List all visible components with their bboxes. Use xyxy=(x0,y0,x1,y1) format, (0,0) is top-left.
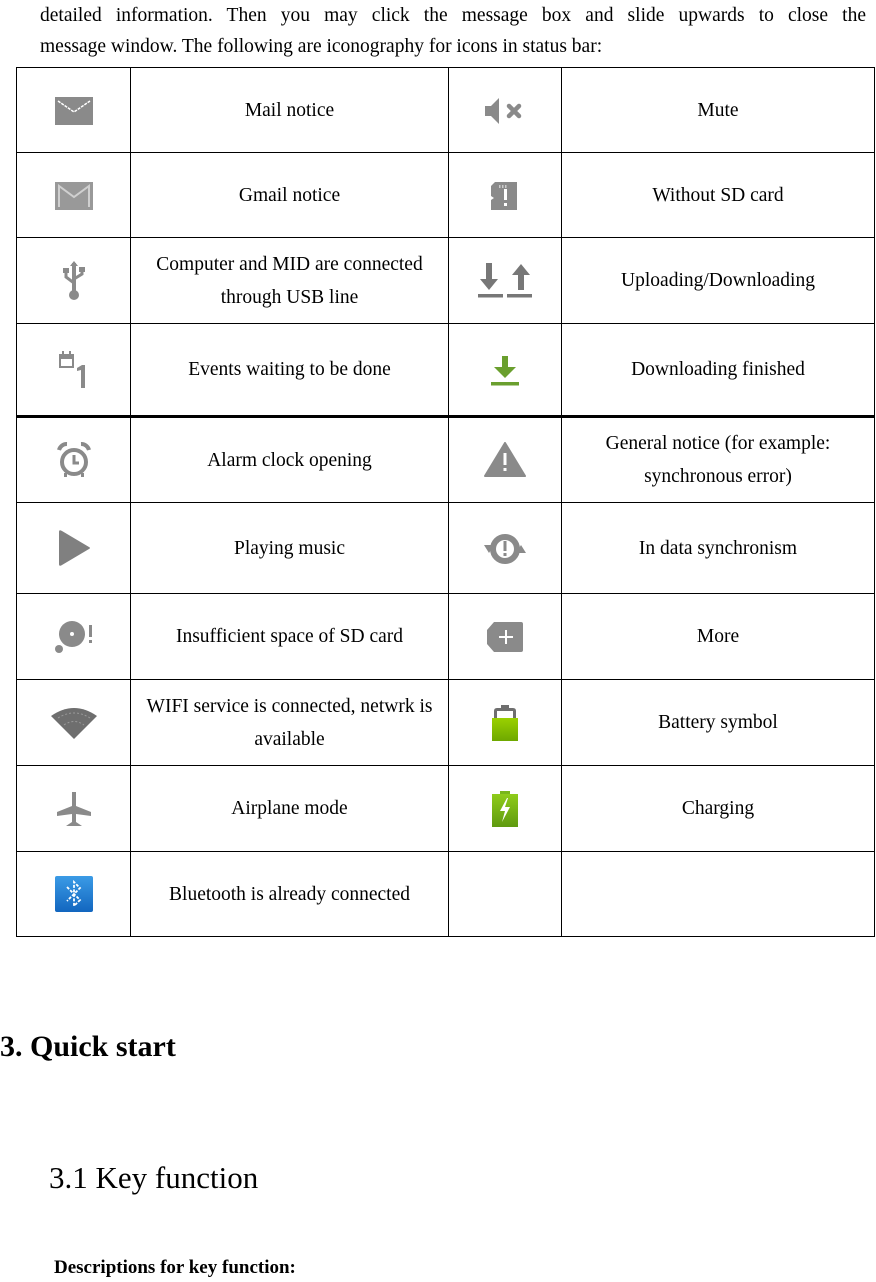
table-row: Events waiting to be done Downloading fi… xyxy=(16,323,875,417)
description-cell: Uploading/Downloading xyxy=(561,237,875,324)
charging-icon xyxy=(492,790,518,827)
table-row: Bluetooth is already connected xyxy=(16,851,875,937)
icon-cell xyxy=(16,415,131,503)
no-sd-card-icon xyxy=(489,180,521,212)
description-cell: Downloading finished xyxy=(561,323,875,417)
icon-cell xyxy=(448,502,562,594)
icon-cell xyxy=(16,67,131,153)
description-cell: Airplane mode xyxy=(130,765,449,852)
more-icon xyxy=(486,621,524,653)
table-row: Insufficient space of SD card More xyxy=(16,593,875,680)
description-cell: Mute xyxy=(561,67,875,153)
sync-icon xyxy=(484,533,526,565)
icon-cell xyxy=(448,415,562,503)
description-cell: Alarm clock opening xyxy=(130,415,449,503)
intro-paragraph: detailed information. Then you may click… xyxy=(40,0,866,62)
mail-icon xyxy=(54,97,93,126)
icon-cell xyxy=(16,323,131,417)
bluetooth-icon xyxy=(54,876,93,912)
description-cell: Bluetooth is already connected xyxy=(130,851,449,937)
calendar-event-icon xyxy=(58,350,89,389)
description-cell: Events waiting to be done xyxy=(130,323,449,417)
icon-cell xyxy=(448,67,562,153)
description-cell: Without SD card xyxy=(561,152,875,238)
description-cell: Battery symbol xyxy=(561,679,875,766)
icon-cell xyxy=(448,679,562,766)
description-cell: More xyxy=(561,593,875,680)
table-row: Playing music In data synchronism xyxy=(16,502,875,594)
wifi-icon xyxy=(50,706,98,740)
icon-cell xyxy=(16,765,131,852)
intro-line-1: detailed information. Then you may click… xyxy=(40,5,866,26)
table-row: Alarm clock opening General notice (for … xyxy=(16,415,875,503)
description-cell: General notice (for example: synchronous… xyxy=(561,415,875,503)
table-row: Computer and MID are connected through U… xyxy=(16,237,875,324)
airplane-icon xyxy=(56,790,92,828)
icon-cell xyxy=(16,502,131,594)
description-cell: In data synchronism xyxy=(561,502,875,594)
icon-cell xyxy=(16,152,131,238)
icon-cell xyxy=(448,237,562,324)
icon-cell xyxy=(448,323,562,417)
battery-icon xyxy=(492,704,518,741)
icon-cell xyxy=(448,152,562,238)
table-row: Airplane mode Charging xyxy=(16,765,875,852)
icon-cell xyxy=(448,765,562,852)
sd-card-full-icon xyxy=(53,620,95,654)
icon-cell xyxy=(16,593,131,680)
alarm-clock-icon xyxy=(56,442,91,478)
icon-cell xyxy=(16,237,131,324)
descriptions-label: Descriptions for key function: xyxy=(54,1257,296,1278)
description-cell: Mail notice xyxy=(130,67,449,153)
description-cell: Computer and MID are connected through U… xyxy=(130,237,449,324)
description-cell: Insufficient space of SD card xyxy=(130,593,449,680)
description-cell xyxy=(561,851,875,937)
description-cell: Playing music xyxy=(130,502,449,594)
description-cell: Charging xyxy=(561,765,875,852)
description-cell: Gmail notice xyxy=(130,152,449,238)
section-heading: 3. Quick start xyxy=(0,1030,176,1063)
description-cell: WIFI service is connected, netwrk is ava… xyxy=(130,679,449,766)
intro-line-2: message window. The following are iconog… xyxy=(40,36,603,57)
table-row: WIFI service is connected, netwrk is ava… xyxy=(16,679,875,766)
gmail-icon xyxy=(54,182,93,211)
icon-cell xyxy=(448,851,562,937)
table-row: Gmail notice Without SD card xyxy=(16,152,875,238)
subsection-heading: 3.1 Key function xyxy=(49,1160,259,1195)
status-bar-icon-table: Mail notice Mute Gmail notice Without SD… xyxy=(16,67,875,937)
table-row: Mail notice Mute xyxy=(16,67,875,153)
download-done-icon xyxy=(491,355,519,386)
icon-cell xyxy=(16,679,131,766)
usb-icon xyxy=(62,260,85,301)
icon-cell xyxy=(448,593,562,680)
mute-icon xyxy=(483,96,527,126)
play-icon xyxy=(57,529,91,567)
upload-download-icon xyxy=(478,262,532,299)
warning-icon xyxy=(484,442,526,478)
icon-cell xyxy=(16,851,131,937)
